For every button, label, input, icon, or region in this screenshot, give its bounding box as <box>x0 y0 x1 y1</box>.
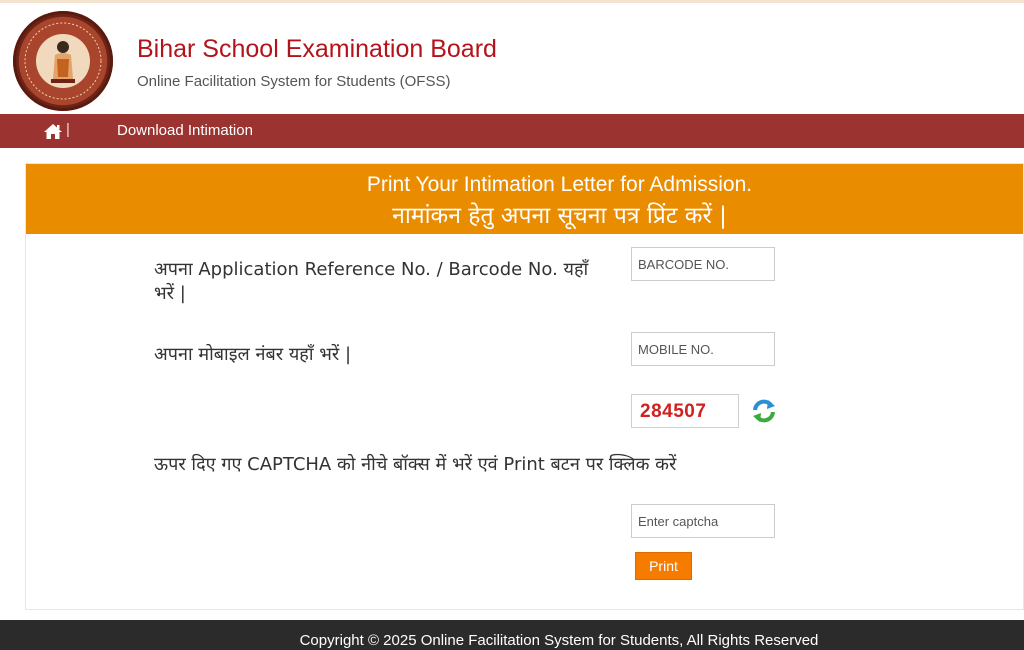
site-title: Bihar School Examination Board <box>137 35 497 63</box>
print-button[interactable]: Print <box>635 552 692 580</box>
barcode-input[interactable] <box>631 247 775 281</box>
barcode-label: अपना Application Reference No. / Barcode… <box>154 259 589 304</box>
intimation-panel: Print Your Intimation Letter for Admissi… <box>25 163 1024 610</box>
site-header: Bihar School Examination Board Online Fa… <box>0 0 1024 114</box>
captcha-display: 284507 <box>631 394 739 428</box>
bseb-emblem-logo <box>13 11 113 111</box>
site-footer: Copyright © 2025 Online Facilitation Sys… <box>0 620 1024 650</box>
mobile-input[interactable] <box>631 332 775 366</box>
refresh-icon[interactable] <box>751 398 777 424</box>
panel-heading-english: Print Your Intimation Letter for Admissi… <box>366 173 753 196</box>
footer-copyright: Copyright © 2025 Online Facilitation Sys… <box>299 632 819 649</box>
mobile-label: अपना मोबाइल नंबर यहाँ भरें | <box>154 344 352 365</box>
site-subtitle: Online Facilitation System for Students … <box>137 73 451 90</box>
main-navbar: | Download Intimation <box>0 114 1024 148</box>
home-icon[interactable] <box>43 122 63 140</box>
nav-separator: | <box>66 121 70 138</box>
panel-header: Print Your Intimation Letter for Admissi… <box>26 164 1023 234</box>
captcha-instruction: ऊपर दिए गए CAPTCHA को नीचे बॉक्स में भरे… <box>154 454 677 475</box>
nav-download-intimation[interactable]: Download Intimation <box>117 122 253 139</box>
page: Bihar School Examination Board Online Fa… <box>0 0 1024 650</box>
panel-heading-hindi: नामांकन हेतु अपना सूचना पत्र प्रिंट करें… <box>392 203 727 229</box>
captcha-input[interactable] <box>631 504 775 538</box>
